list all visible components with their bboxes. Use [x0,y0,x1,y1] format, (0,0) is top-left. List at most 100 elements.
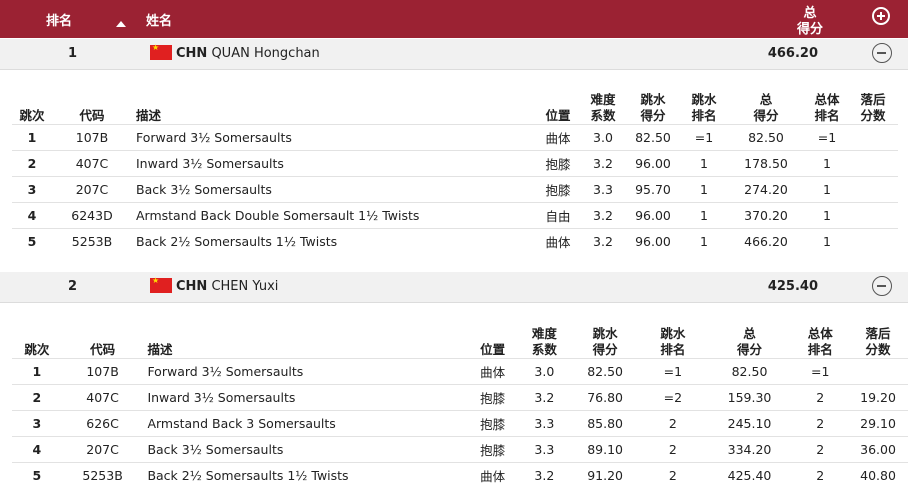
dive-code: 5253B [62,463,144,488]
dive-rank: =1 [639,359,707,385]
dive-row: 2407CInward 3½ Somersaults抱膝3.276.80=215… [12,385,908,411]
running-total: 274.20 [726,177,806,203]
dive-number: 2 [12,385,62,411]
athlete-rank: 2 [68,279,77,294]
dive-row: 1107BForward 3½ Somersaults曲体3.082.50=18… [12,125,898,151]
dive-difficulty: 3.0 [517,359,571,385]
athlete-name: CHN QUAN Hongchan [176,46,320,61]
dive-rank: 1 [682,229,726,255]
running-total: 82.50 [707,359,793,385]
dive-difficulty: 3.2 [517,463,571,488]
dive-code: 6243D [52,203,132,229]
dive-rank: =2 [639,385,707,411]
dive-description: Back 2½ Somersaults 1½ Twists [143,463,467,488]
col-total: 总得分 [707,318,793,359]
dive-description: Back 2½ Somersaults 1½ Twists [132,229,534,255]
running-total: 334.20 [707,437,793,463]
dive-score: 96.00 [624,229,682,255]
points-behind [848,359,908,385]
col-total: 总得分 [726,84,806,125]
overall-rank: 2 [792,437,848,463]
dive-row: 3207CBack 3½ Somersaults抱膝3.395.701274.2… [12,177,898,203]
dive-row: 1107BForward 3½ Somersaults曲体3.082.50=18… [12,359,908,385]
col-desc: 描述 [143,318,467,359]
athlete-name-text: CHEN Yuxi [211,279,278,294]
dive-description: Back 3½ Somersaults [143,437,467,463]
dive-description: Back 3½ Somersaults [132,177,534,203]
dive-number: 3 [12,411,62,437]
col-no: 跳次 [12,84,52,125]
dive-table-1: 跳次 代码 描述 位置 难度系数 跳水得分 跳水排名 总得分 总体排名 落后分数… [12,84,898,254]
dive-score: 96.00 [624,151,682,177]
dive-position: 抱膝 [468,385,518,411]
points-behind [848,229,898,255]
dive-rank: 1 [682,177,726,203]
dive-code: 626C [62,411,144,437]
points-behind: 29.10 [848,411,908,437]
dive-number: 4 [12,203,52,229]
overall-rank: 2 [792,411,848,437]
dive-row: 3626CArmstand Back 3 Somersaults抱膝3.385.… [12,411,908,437]
sort-ascending-icon[interactable] [116,21,126,27]
dive-position: 抱膝 [534,151,582,177]
dive-number: 5 [12,463,62,488]
overall-rank: 1 [806,151,848,177]
col-score: 跳水得分 [624,84,682,125]
overall-rank: 1 [806,203,848,229]
running-total: 178.50 [726,151,806,177]
header-rank[interactable]: 排名 [46,10,72,29]
dive-row: 46243DArmstand Back Double Somersault 1½… [12,203,898,229]
dive-position: 抱膝 [534,177,582,203]
collapse-icon[interactable] [872,276,892,296]
dive-rank: 2 [639,411,707,437]
dive-code: 207C [52,177,132,203]
col-dive-rank: 跳水排名 [682,84,726,125]
dive-code: 5253B [52,229,132,255]
athlete-country: CHN [176,46,207,61]
dive-score: 82.50 [571,359,639,385]
dive-difficulty: 3.2 [582,151,624,177]
dive-difficulty: 3.2 [517,385,571,411]
points-behind [848,125,898,151]
athlete-row[interactable]: 2 CHN CHEN Yuxi 425.40 [0,272,908,303]
athlete-total: 466.20 [738,46,818,61]
dive-description: Armstand Back Double Somersault 1½ Twist… [132,203,534,229]
points-behind [848,203,898,229]
dive-number: 5 [12,229,52,255]
running-total: 159.30 [707,385,793,411]
dive-rank: 2 [639,437,707,463]
dive-position: 自由 [534,203,582,229]
dive-row: 55253BBack 2½ Somersaults 1½ Twists曲体3.2… [12,463,908,488]
dive-position: 曲体 [468,463,518,488]
col-code: 代码 [52,84,132,125]
overall-rank: =1 [806,125,848,151]
expand-all-icon[interactable] [872,7,890,25]
dive-score: 76.80 [571,385,639,411]
athlete-country: CHN [176,279,207,294]
overall-rank: 2 [792,463,848,488]
dive-rank: 2 [639,463,707,488]
header-total-line2: 得分 [790,18,830,37]
col-behind: 落后分数 [848,84,898,125]
dive-number: 2 [12,151,52,177]
col-pos: 位置 [468,318,518,359]
dive-number: 3 [12,177,52,203]
results-header: 排名 姓名 总 得分 [0,0,908,38]
col-score: 跳水得分 [571,318,639,359]
dive-number: 4 [12,437,62,463]
dive-position: 抱膝 [468,411,518,437]
running-total: 370.20 [726,203,806,229]
dive-description: Inward 3½ Somersaults [132,151,534,177]
dive-score: 95.70 [624,177,682,203]
dive-row: 55253BBack 2½ Somersaults 1½ Twists曲体3.2… [12,229,898,255]
athlete-row[interactable]: 1 CHN QUAN Hongchan 466.20 [0,39,908,70]
dive-difficulty: 3.3 [517,411,571,437]
col-dive-rank: 跳水排名 [639,318,707,359]
dive-position: 曲体 [534,125,582,151]
athlete-name-text: QUAN Hongchan [211,46,319,61]
dive-difficulty: 3.3 [517,437,571,463]
dive-code: 107B [62,359,144,385]
athlete-total: 425.40 [738,279,818,294]
collapse-icon[interactable] [872,43,892,63]
dive-difficulty: 3.0 [582,125,624,151]
